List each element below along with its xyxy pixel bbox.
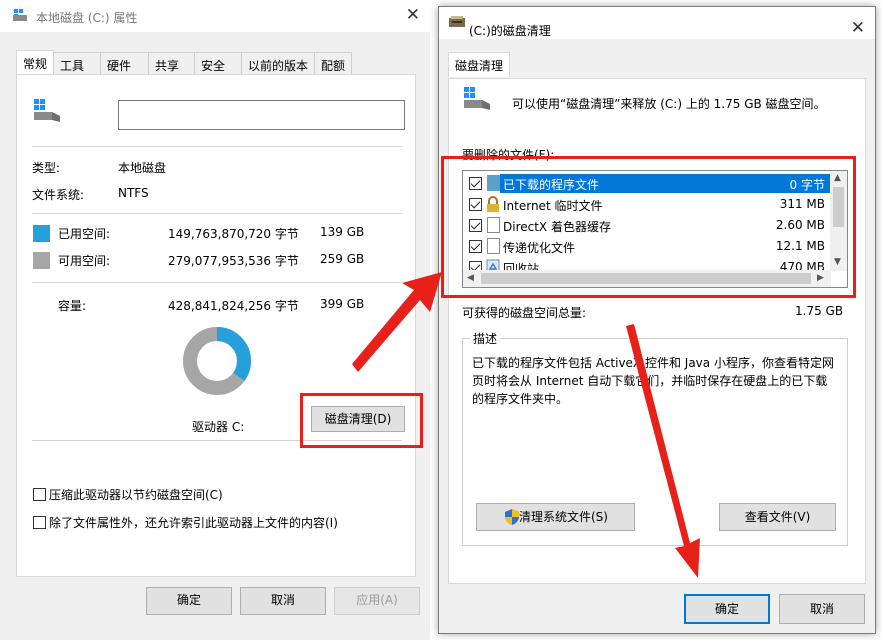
drive-icon — [13, 9, 27, 21]
tab-hardware[interactable]: 硬件 — [100, 52, 150, 74]
cleanup-intro-text: 可以使用“磁盘清理”来释放 (C:) 上的 1.75 GB 磁盘空间。 — [512, 97, 826, 111]
used-space-bytes: 149,763,870,720 字节 — [168, 227, 299, 241]
description-line: 页时将会从 Internet 自动下载它们，并临时保存在硬盘上的已下载 — [472, 374, 828, 388]
compress-drive-checkbox[interactable] — [33, 488, 46, 501]
file-list-highlight — [441, 156, 856, 298]
used-space-label: 已用空间: — [58, 227, 111, 241]
drive-icon — [34, 99, 60, 122]
description-title: 描述 — [470, 330, 501, 347]
description-line: 的程序文件夹中。 — [472, 392, 569, 406]
capacity-label: 容量: — [58, 299, 87, 313]
drive-properties-window: 本地磁盘 (C:) 属性 ✕ 常规 工具 硬件 共享 安全 以前的版本 配额 类… — [0, 0, 430, 640]
divider — [32, 282, 402, 283]
total-space-value: 1.75 GB — [795, 304, 844, 318]
drive-icon — [464, 87, 490, 110]
filesystem-value: NTFS — [118, 186, 149, 200]
description-line: 已下载的程序文件包括 ActiveX 控件和 Java 小程序，你查看特定网 — [472, 356, 834, 370]
divider — [32, 213, 402, 214]
index-contents-label: 除了文件属性外，还允许索引此驱动器上文件的内容(I) — [49, 516, 338, 530]
tab-security[interactable]: 安全 — [194, 52, 243, 74]
type-label: 类型: — [32, 161, 61, 175]
clean-system-files-button[interactable]: 清理系统文件(S) — [476, 503, 635, 531]
properties-titlebar: 本地磁盘 (C:) 属性 ✕ — [0, 0, 430, 32]
cleanup-titlebar: (C:)的磁盘清理 ✕ — [439, 7, 875, 39]
cleanup-ok-button[interactable]: 确定 — [684, 594, 770, 624]
index-contents-checkbox[interactable] — [33, 516, 46, 529]
filesystem-label: 文件系统: — [32, 188, 85, 202]
free-space-swatch — [33, 252, 50, 269]
ok-button[interactable]: 确定 — [146, 587, 232, 615]
used-space-swatch — [33, 225, 50, 242]
apply-button[interactable]: 应用(A) — [334, 587, 420, 615]
view-files-button[interactable]: 查看文件(V) — [719, 503, 836, 531]
tab-quota[interactable]: 配额 — [314, 52, 353, 74]
tab-strip: 常规 工具 硬件 共享 安全 以前的版本 配额 — [16, 50, 353, 75]
shield-icon — [505, 509, 519, 525]
close-button[interactable]: ✕ — [406, 5, 420, 25]
used-space-gb: 139 GB — [320, 225, 365, 239]
tab-previous-versions[interactable]: 以前的版本 — [241, 52, 316, 74]
drive-name-label: 驱动器 C: — [192, 420, 245, 434]
divider — [32, 146, 402, 147]
free-space-label: 可用空间: — [58, 254, 111, 268]
tab-general[interactable]: 常规 — [16, 50, 55, 74]
total-space-label: 可获得的磁盘空间总量: — [462, 306, 587, 320]
capacity-bytes: 428,841,824,256 字节 — [168, 299, 299, 313]
disk-cleanup-icon — [449, 16, 465, 27]
cleanup-button-highlight — [300, 393, 423, 448]
free-space-bytes: 279,077,953,536 字节 — [168, 254, 299, 268]
window-title: (C:)的磁盘清理 — [469, 24, 551, 38]
capacity-gb: 399 GB — [320, 297, 365, 311]
cancel-button[interactable]: 取消 — [240, 587, 326, 615]
cleanup-cancel-button[interactable]: 取消 — [779, 594, 865, 624]
window-title: 本地磁盘 (C:) 属性 — [36, 11, 138, 25]
type-value: 本地磁盘 — [118, 161, 167, 175]
close-button[interactable]: ✕ — [851, 18, 865, 38]
drive-label-input[interactable] — [118, 100, 405, 130]
compress-drive-label: 压缩此驱动器以节约磁盘空间(C) — [49, 488, 223, 502]
tab-sharing[interactable]: 共享 — [148, 52, 196, 74]
tab-tools[interactable]: 工具 — [53, 52, 102, 74]
clean-system-files-label: 清理系统文件(S) — [519, 510, 608, 524]
usage-donut-chart — [183, 327, 251, 395]
free-space-gb: 259 GB — [320, 252, 365, 266]
tab-disk-cleanup[interactable]: 磁盘清理 — [448, 52, 511, 77]
